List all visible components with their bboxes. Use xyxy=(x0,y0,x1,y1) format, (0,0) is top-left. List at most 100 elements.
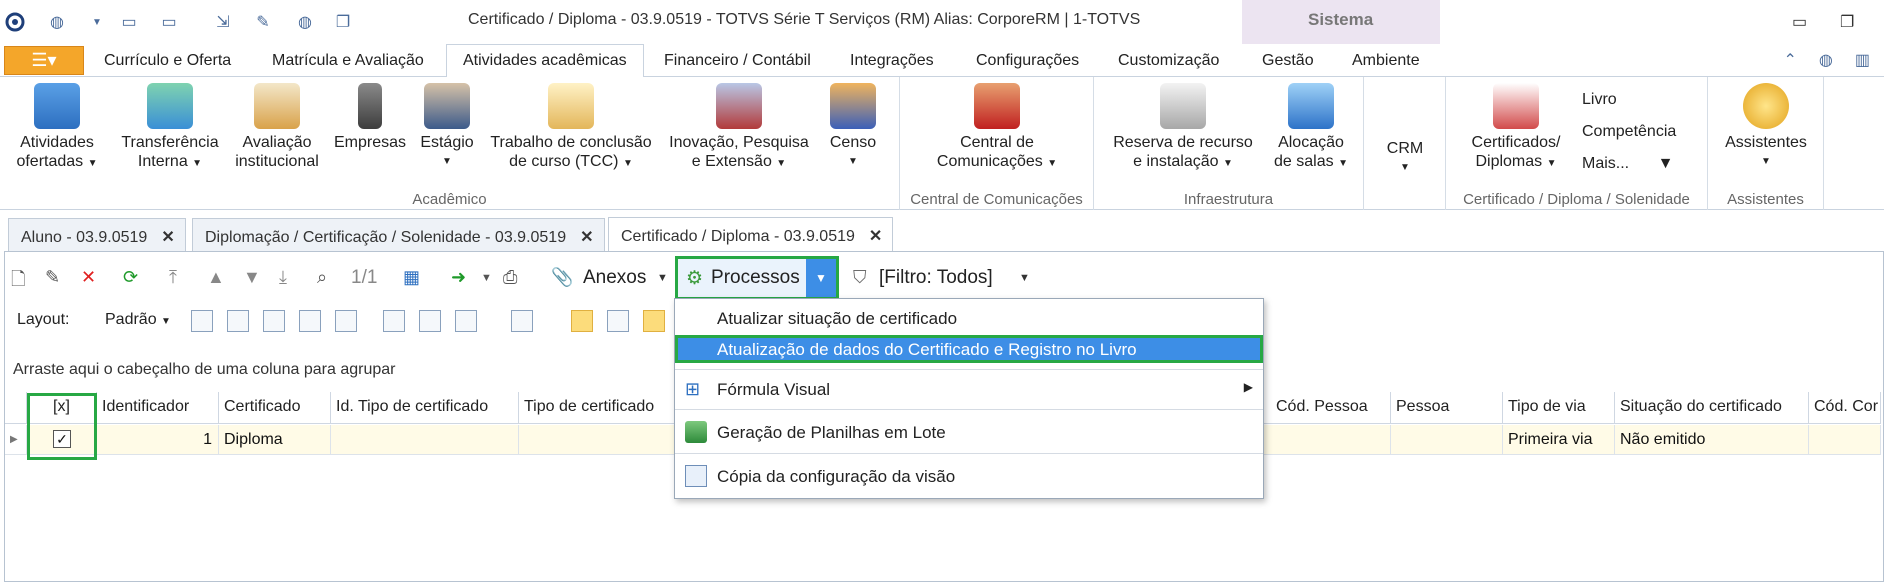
competencia-button[interactable]: Competência xyxy=(1582,123,1676,141)
export-icon[interactable]: ⇲ xyxy=(210,10,236,34)
central-comunicacoes-button[interactable]: Central de Comunicações ▼ xyxy=(920,83,1074,173)
tab-financeiro[interactable]: Financeiro / Contábil xyxy=(664,52,811,70)
censo-button[interactable]: Censo ▼ xyxy=(820,83,886,171)
last-record-icon[interactable]: ⤓ xyxy=(279,267,287,288)
padrao-dropdown[interactable]: Padrão ▼ xyxy=(105,311,171,329)
column-header-pessoa[interactable]: Pessoa xyxy=(1391,392,1503,424)
edit-icon[interactable]: ✎ xyxy=(45,267,60,288)
tab-atividades[interactable]: Atividades acadêmicas xyxy=(446,44,644,78)
transferencia-interna-button[interactable]: Transferência Interna ▼ xyxy=(118,83,222,173)
globe-icon[interactable]: ◍ xyxy=(292,10,318,34)
menu-item-atualizar-situacao[interactable]: Atualizar situação de certificado xyxy=(675,307,1263,331)
tab-customizacao[interactable]: Customização xyxy=(1118,52,1219,70)
column-header-certificado[interactable]: Certificado xyxy=(219,392,331,424)
atividades-ofertadas-button[interactable]: Atividades ofertadas ▼ xyxy=(12,83,102,173)
window-list-icon[interactable]: ▭ xyxy=(156,10,182,34)
inovacao-button[interactable]: Inovação, Pesquisa e Extensão ▼ xyxy=(666,83,812,173)
tab-integracoes[interactable]: Integrações xyxy=(850,52,934,70)
assistentes-button[interactable]: Assistentes ▼ xyxy=(1716,83,1816,171)
column-header-id-tipo[interactable]: Id. Tipo de certificado xyxy=(331,392,519,424)
restore-icon[interactable]: ❐ xyxy=(1840,12,1854,32)
close-icon[interactable]: ✕ xyxy=(580,229,593,246)
view-list-icon[interactable] xyxy=(607,310,629,332)
next-record-icon[interactable]: ▼ xyxy=(243,267,261,288)
upload-icon[interactable] xyxy=(335,310,357,332)
column-header-situacao[interactable]: Situação do certificado xyxy=(1615,392,1809,424)
chevron-down-icon[interactable]: ▼ xyxy=(481,272,492,284)
tab-matricula[interactable]: Matrícula e Avaliação xyxy=(272,52,424,70)
chevron-down-icon[interactable]: ▼ xyxy=(806,259,836,297)
filter-icon[interactable]: ⛉ xyxy=(853,267,867,288)
mais-button[interactable]: Mais... ▼ xyxy=(1582,155,1673,173)
close-icon[interactable]: ✕ xyxy=(161,229,174,246)
processos-button[interactable]: ⚙ Processos ▼ xyxy=(675,256,839,300)
export-arrow-icon[interactable]: ➜ xyxy=(451,267,466,288)
crm-button[interactable]: CRM ▼ xyxy=(1364,139,1446,177)
delete-icon[interactable]: ✕ xyxy=(81,267,96,288)
ribbon-group-comunicacoes: Central de Comunicações ▼ Central de Com… xyxy=(900,77,1094,210)
first-record-icon[interactable]: ⤒ xyxy=(169,267,177,288)
columns-icon[interactable] xyxy=(383,310,405,332)
context-tab-sistema[interactable]: Sistema xyxy=(1242,0,1440,44)
menu-item-copia-configuracao[interactable]: Cópia da configuração da visão xyxy=(675,459,1263,493)
doc-tab-label: Certificado / Diploma - 03.9.0519 xyxy=(621,228,855,245)
view-grid-icon[interactable] xyxy=(643,310,665,332)
view-form-icon[interactable] xyxy=(571,310,593,332)
layout-icon-2[interactable] xyxy=(227,310,249,332)
avaliacao-institucional-button[interactable]: Avaliação institucional xyxy=(232,83,322,171)
doc-tab-diplomacao[interactable]: Diplomação / Certificação / Solenidade -… xyxy=(192,218,605,252)
menu-item-geracao-planilhas[interactable]: Geração de Planilhas em Lote xyxy=(675,415,1263,449)
highlight-icon[interactable] xyxy=(455,310,477,332)
globe-icon[interactable]: ◍ xyxy=(1819,50,1833,72)
tcc-button[interactable]: Trabalho de conclusão de curso (TCC) ▼ xyxy=(490,83,652,173)
layout-icon-1[interactable] xyxy=(191,310,213,332)
livro-button[interactable]: Livro xyxy=(1582,91,1617,109)
refresh-icon[interactable]: ⟳ xyxy=(123,267,138,288)
print-icon[interactable]: ⎙ xyxy=(503,267,517,288)
close-icon[interactable]: ✕ xyxy=(869,228,882,245)
download-icon[interactable] xyxy=(299,310,321,332)
menu-item-formula-visual[interactable]: ⊞ Fórmula Visual ▶ xyxy=(675,375,1263,405)
tab-configuracoes[interactable]: Configurações xyxy=(976,52,1079,70)
filtro-dropdown[interactable]: [Filtro: Todos] xyxy=(879,267,993,289)
calendar-icon[interactable]: ▦ xyxy=(403,267,420,288)
doc-tab-aluno[interactable]: Aluno - 03.9.0519 ✕ xyxy=(8,218,186,252)
alocacao-salas-button[interactable]: Alocação de salas ▼ xyxy=(1268,83,1354,173)
cell-cod-cor xyxy=(1809,425,1881,455)
column-header-tipo-via[interactable]: Tipo de via xyxy=(1503,392,1615,424)
chevron-down-icon[interactable]: ▼ xyxy=(84,10,110,34)
copy-icon[interactable]: ❐ xyxy=(330,10,356,34)
sum-icon[interactable] xyxy=(419,310,441,332)
chevron-down-icon[interactable]: ▼ xyxy=(1019,272,1030,284)
ribbon-group-label: Assistentes xyxy=(1727,191,1804,208)
file-menu-button[interactable]: ☰▾ xyxy=(4,46,84,75)
tab-curriculo[interactable]: Currículo e Oferta xyxy=(104,52,231,70)
tab-ambiente[interactable]: Ambiente xyxy=(1352,52,1420,70)
new-document-icon[interactable]: 🗋 xyxy=(11,267,25,297)
estagio-button[interactable]: Estágio ▼ xyxy=(416,83,478,171)
globe-icon[interactable]: ◍ xyxy=(44,10,70,34)
binoculars-icon[interactable]: ⌕ xyxy=(317,267,327,288)
empresas-button[interactable]: Empresas xyxy=(334,83,406,152)
column-header-cod-cor[interactable]: Cód. Cor xyxy=(1809,392,1881,424)
row-indicator-icon[interactable]: ▶ xyxy=(5,425,27,455)
paperclip-icon[interactable]: 📎 xyxy=(551,267,573,288)
collapse-ribbon-icon[interactable]: ⌃ xyxy=(1784,50,1797,72)
grid-icon[interactable] xyxy=(263,310,285,332)
reserva-recurso-button[interactable]: Reserva de recurso e instalação ▼ xyxy=(1108,83,1258,173)
anexos-button[interactable]: Anexos xyxy=(583,267,646,289)
menu-item-atualizacao-dados[interactable]: Atualização de dados do Certificado e Re… xyxy=(675,335,1263,363)
column-header-cod-pessoa[interactable]: Cód. Pessoa xyxy=(1271,392,1391,424)
tab-gestao[interactable]: Gestão xyxy=(1262,52,1314,70)
chevron-down-icon[interactable]: ▼ xyxy=(657,272,668,284)
bar-chart-icon[interactable] xyxy=(511,310,533,332)
column-header-identificador[interactable]: Identificador xyxy=(97,392,219,424)
previous-record-icon[interactable]: ▲ xyxy=(207,267,225,288)
doc-tab-certificado[interactable]: Certificado / Diploma - 03.9.0519 ✕ xyxy=(608,217,894,253)
layout-icon[interactable]: ▥ xyxy=(1855,50,1870,72)
minimize-icon[interactable]: ▭ xyxy=(1792,12,1807,32)
palette-icon[interactable]: ✎ xyxy=(250,10,276,34)
window-icon[interactable]: ▭ xyxy=(116,10,142,34)
certificados-diplomas-button[interactable]: Certificados/ Diplomas ▼ xyxy=(1466,83,1566,173)
menu-item-label: Atualização de dados do Certificado e Re… xyxy=(717,340,1137,359)
